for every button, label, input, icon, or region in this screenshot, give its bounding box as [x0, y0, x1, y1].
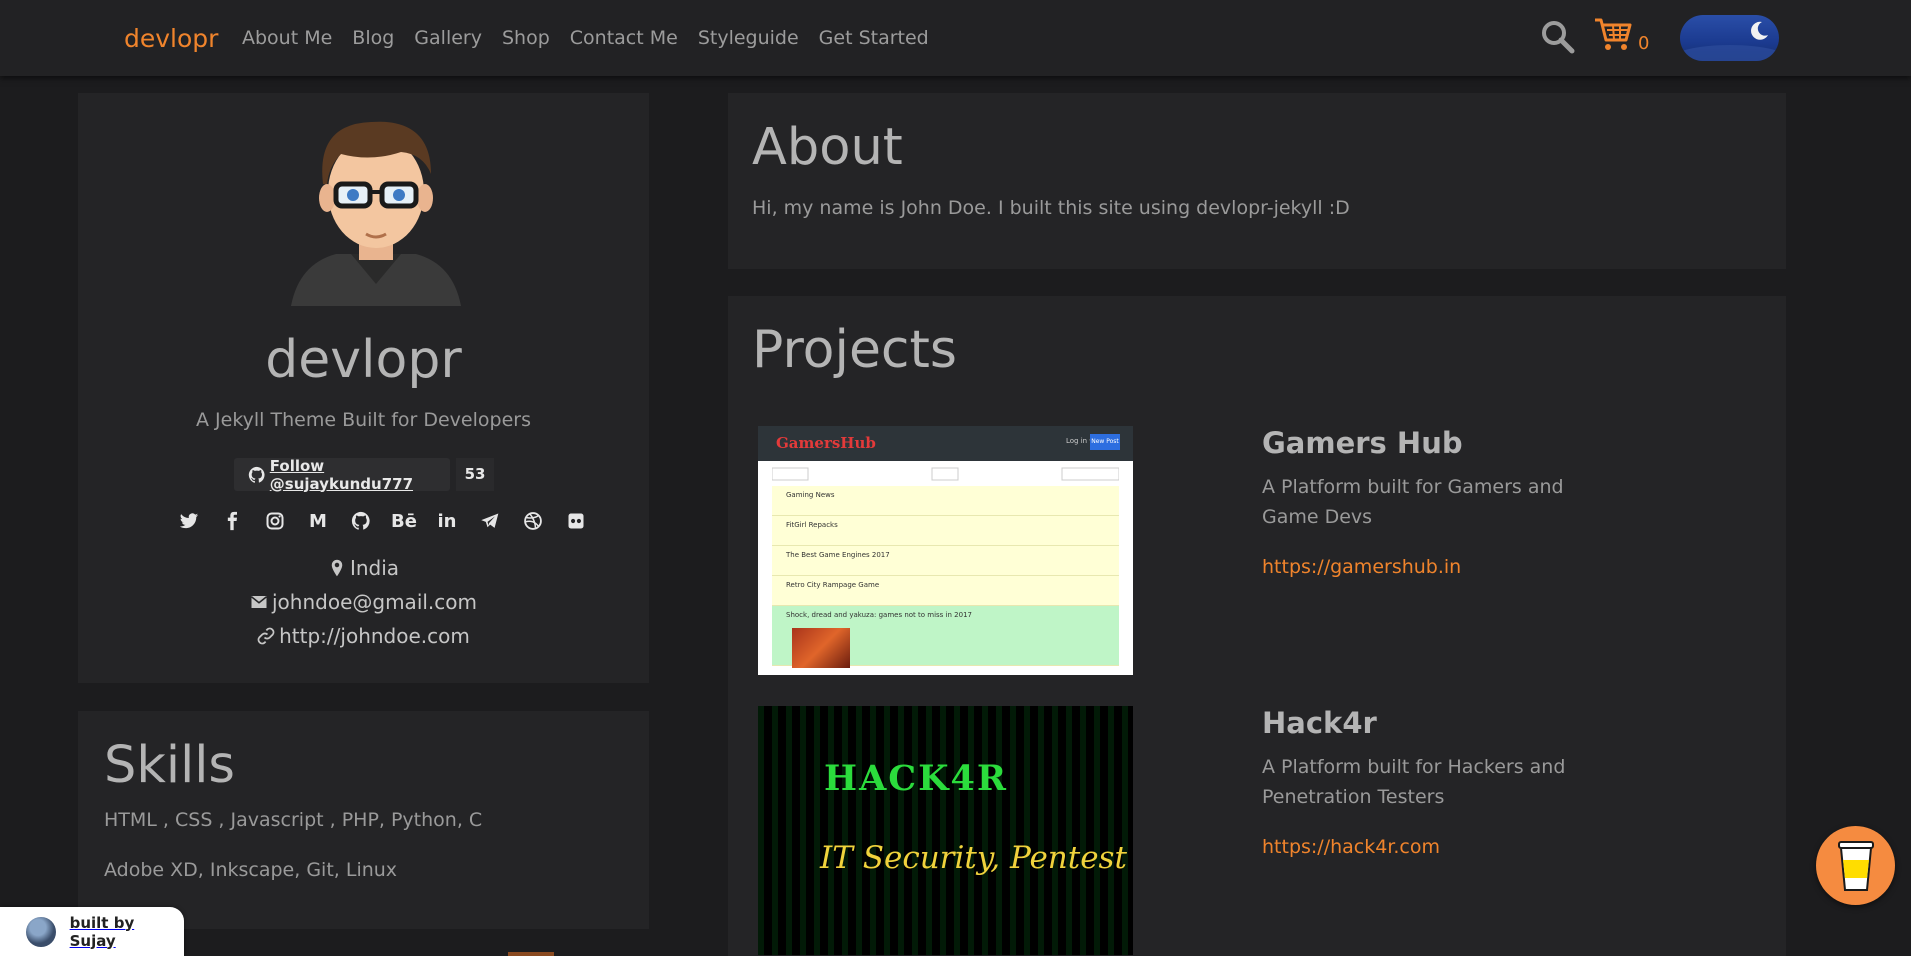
moon-icon — [1751, 21, 1768, 40]
email-link[interactable]: johndoe@gmail.com — [272, 590, 477, 614]
linkedin-icon[interactable]: in — [432, 510, 462, 532]
twitter-icon[interactable] — [174, 510, 204, 532]
gamershub-post: The Best Game Engines 2017 — [772, 546, 1119, 576]
instagram-icon[interactable] — [260, 510, 290, 532]
facebook-icon[interactable] — [217, 510, 247, 532]
project-link-hack4r[interactable]: https://hack4r.com — [1262, 836, 1440, 858]
project-image-gamers-hub[interactable]: GamersHub Log in ▾ New Post Gaming News … — [758, 426, 1133, 675]
theme-toggle[interactable] — [1680, 15, 1779, 61]
coffee-cup-icon — [1838, 841, 1874, 891]
project-description-gamers-hub: A Platform built for Gamers and Game Dev… — [1262, 476, 1564, 528]
author-avatar — [26, 916, 56, 947]
social-links: M Bē in — [174, 510, 591, 532]
navbar: devlopr About Me Blog Gallery Shop Conta… — [0, 0, 1911, 76]
gamershub-post: Retro City Rampage Game — [772, 576, 1119, 606]
github-follower-count[interactable]: 53 — [456, 458, 494, 491]
profile-name: devlopr — [265, 330, 462, 390]
nav-styleguide[interactable]: Styleguide — [698, 27, 799, 49]
search-icon[interactable] — [1541, 20, 1575, 54]
skills-line-1: HTML , CSS , Javascript , PHP, Python, C — [104, 809, 483, 831]
nav-about-me[interactable]: About Me — [242, 27, 332, 49]
github-icon — [248, 466, 265, 483]
email-row: johndoe@gmail.com — [78, 590, 649, 614]
skills-line-2: Adobe XD, Inkscape, Git, Linux — [104, 859, 398, 881]
github-follow-button[interactable]: Follow @sujaykundu777 — [234, 456, 450, 493]
projects-title: Projects — [752, 320, 958, 380]
project-description-hack4r: A Platform built for Hackers and Penetra… — [1262, 756, 1566, 808]
link-icon — [257, 627, 275, 645]
cart-count: 0 — [1638, 33, 1650, 54]
nav-contact-me[interactable]: Contact Me — [570, 27, 678, 49]
github-social-icon[interactable] — [346, 510, 376, 532]
behance-icon[interactable]: Bē — [389, 510, 419, 532]
gamershub-post: Shock, dread and yakuza: games not to mi… — [772, 606, 1119, 668]
project-title-hack4r: Hack4r — [1262, 706, 1377, 740]
gamershub-post: Gaming News — [772, 486, 1119, 516]
nav-gallery[interactable]: Gallery — [414, 27, 482, 49]
hack4r-logo: HACK4R — [824, 758, 1008, 799]
github-follow-label: Follow @sujaykundu777 — [269, 456, 414, 493]
dribbble-icon[interactable] — [518, 510, 548, 532]
hack4r-subtitle: IT Security, Pentest — [820, 840, 1127, 876]
nav-get-started[interactable]: Get Started — [819, 27, 929, 49]
gamershub-logo: GamersHub — [776, 434, 876, 452]
medium-icon[interactable]: M — [303, 510, 333, 532]
cart-icon[interactable] — [1593, 16, 1633, 52]
built-by-badge[interactable]: built by Sujay — [0, 907, 184, 956]
nav-shop[interactable]: Shop — [502, 27, 550, 49]
avatar — [291, 121, 461, 306]
section-edge — [508, 952, 554, 956]
location-row: India — [78, 556, 649, 580]
website-link[interactable]: http://johndoe.com — [279, 624, 470, 648]
gamershub-filter-bar — [772, 467, 1119, 481]
website-row: http://johndoe.com — [78, 624, 649, 648]
telegram-icon[interactable] — [475, 510, 505, 532]
project-image-hack4r[interactable]: HACK4R IT Security, Pentest — [758, 706, 1133, 955]
flickr-icon[interactable] — [561, 510, 591, 532]
skills-title: Skills — [104, 736, 235, 795]
profile-tagline: A Jekyll Theme Built for Developers — [196, 409, 531, 431]
map-marker-icon — [331, 559, 343, 577]
about-title: About — [752, 118, 903, 177]
envelope-icon — [251, 596, 267, 608]
project-link-gamers-hub[interactable]: https://gamershub.in — [1262, 556, 1461, 578]
gamershub-new-post: New Post — [1090, 434, 1120, 450]
buy-me-coffee-button[interactable] — [1816, 826, 1895, 905]
nav-blog[interactable]: Blog — [352, 27, 394, 49]
nav-links: About Me Blog Gallery Shop Contact Me St… — [242, 27, 929, 49]
gamershub-post-list: Gaming News FitGirl Repacks The Best Gam… — [772, 486, 1119, 668]
brand-logo[interactable]: devlopr — [124, 24, 218, 53]
about-text: Hi, my name is John Doe. I built this si… — [752, 197, 1350, 219]
location-text: India — [349, 556, 400, 580]
gamershub-post: FitGirl Repacks — [772, 516, 1119, 546]
gamershub-login: Log in ▾ — [1066, 437, 1093, 445]
built-by-label: built by Sujay — [69, 913, 135, 950]
project-title-gamers-hub: Gamers Hub — [1262, 426, 1463, 460]
